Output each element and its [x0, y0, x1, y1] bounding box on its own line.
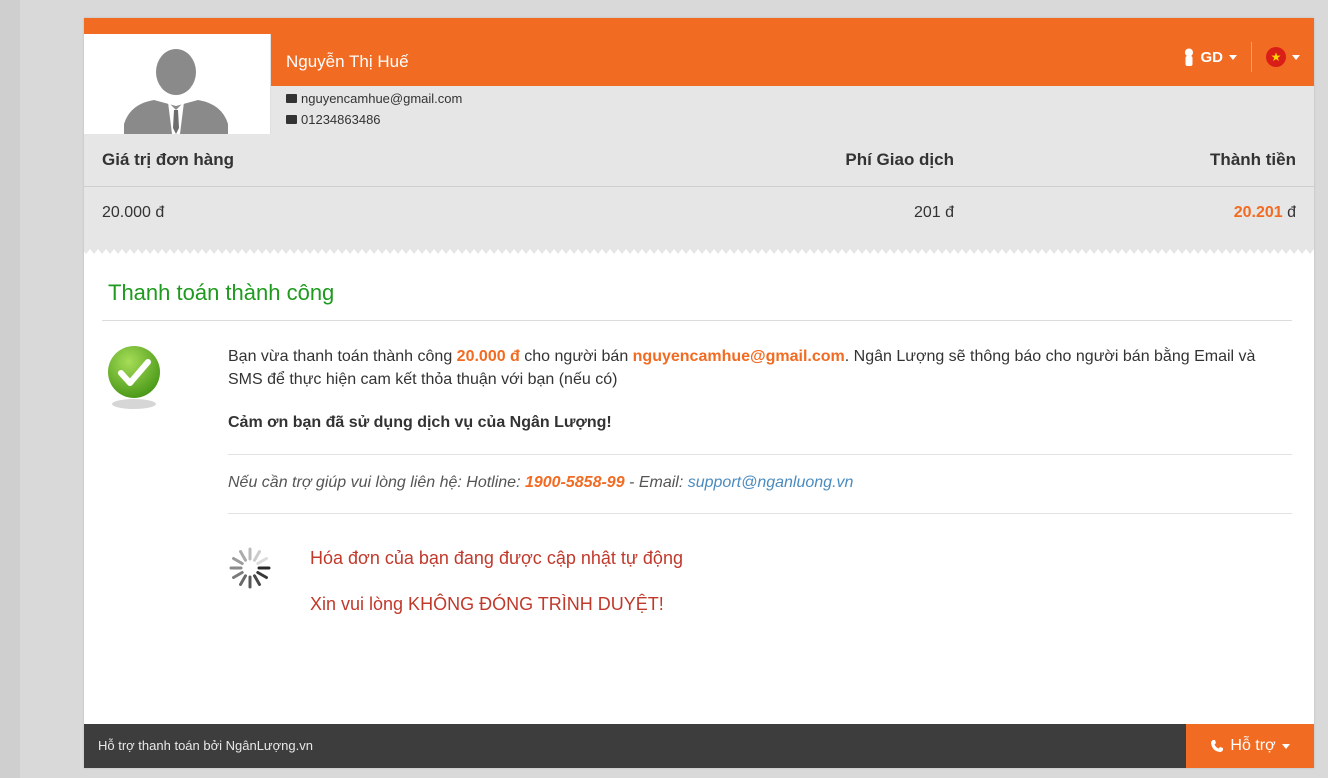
- user-menu[interactable]: GD: [1183, 42, 1252, 72]
- order-value: 20.000 đ: [102, 204, 165, 221]
- contact-phone: 01234863486: [286, 112, 381, 127]
- contact-email: nguyencamhue@gmail.com: [286, 91, 462, 106]
- avatar-silhouette-icon: [124, 49, 228, 134]
- total-currency: đ: [1287, 204, 1296, 221]
- user-name: Nguyễn Thị Huế: [286, 52, 409, 71]
- payment-card: Nguyễn Thị Huế GD ★ nguyencamhue@gmail.c…: [84, 18, 1314, 768]
- divider: [102, 320, 1292, 321]
- phone-icon: [1211, 740, 1224, 752]
- order-table-header: Giá trị đơn hàng Phí Giao dịch Thành tiề…: [84, 134, 1314, 187]
- do-not-close-warning: Xin vui lòng KHÔNG ĐÓNG TRÌNH DUYỆT!: [310, 594, 664, 614]
- help-prefix: Nếu cần trợ giúp vui lòng liên hệ: Hotli…: [228, 474, 525, 491]
- message-seller: nguyencamhue@gmail.com: [632, 348, 845, 365]
- user-menu-label: GD: [1200, 48, 1224, 66]
- support-email-link[interactable]: support@nganluong.vn: [688, 474, 854, 491]
- support-label: Hỗ trợ: [1230, 737, 1276, 754]
- message-text-1: Bạn vừa thanh toán thành công: [228, 348, 457, 365]
- language-menu[interactable]: ★: [1252, 47, 1300, 67]
- col-order-value: Giá trị đơn hàng: [102, 150, 235, 169]
- envelope-icon: [286, 94, 297, 103]
- phone-text: 01234863486: [301, 112, 381, 127]
- receipt-edge: [84, 243, 1314, 254]
- divider: [228, 513, 1292, 514]
- message-amount: 20.000 đ: [456, 348, 520, 365]
- invoice-updating-text: Hóa đơn của bạn đang được cập nhật tự độ…: [310, 548, 683, 568]
- avatar: [84, 34, 271, 134]
- divider: [228, 454, 1292, 455]
- vietnam-flag-icon: ★: [1266, 47, 1286, 67]
- chevron-down-icon: [1281, 743, 1290, 749]
- hotline-number: 1900-5858-99: [524, 474, 625, 491]
- footer-bar: Hỗ trợ thanh toán bởi NgânLượng.vn Hỗ tr…: [84, 724, 1314, 768]
- success-check-icon: [108, 346, 160, 409]
- chevron-down-icon: [1229, 54, 1237, 60]
- page-left-gutter: [0, 0, 20, 778]
- total-amount: 20.201: [1233, 204, 1283, 221]
- header-right: GD ★: [1183, 42, 1300, 72]
- success-message: Bạn vừa thanh toán thành công 20.000 đ c…: [228, 345, 1293, 391]
- fee-value: 201 đ: [913, 204, 954, 221]
- loading-spinner-icon: [229, 547, 271, 589]
- support-button[interactable]: Hỗ trợ: [1186, 724, 1314, 768]
- order-table-row: 20.000 đ 201 đ 20.201 đ: [84, 187, 1314, 249]
- footer-text: Hỗ trợ thanh toán bởi NgânLượng.vn: [98, 738, 313, 753]
- message-text-2: cho người bán: [519, 348, 633, 365]
- success-title: Thanh toán thành công: [108, 280, 335, 305]
- col-fee: Phí Giao dịch: [845, 150, 954, 169]
- phone-icon: [286, 115, 297, 124]
- help-mid: - Email:: [624, 474, 688, 491]
- email-text: nguyencamhue@gmail.com: [301, 91, 463, 106]
- total-value: 20.201 đ: [1234, 187, 1296, 239]
- col-total: Thành tiền: [1210, 150, 1296, 169]
- user-icon: [1184, 48, 1193, 66]
- chevron-down-icon: [1292, 54, 1300, 60]
- help-text: Nếu cần trợ giúp vui lòng liên hệ: Hotli…: [228, 474, 853, 492]
- thanks-text: Cảm ơn bạn đã sử dụng dịch vụ của Ngân L…: [228, 414, 612, 431]
